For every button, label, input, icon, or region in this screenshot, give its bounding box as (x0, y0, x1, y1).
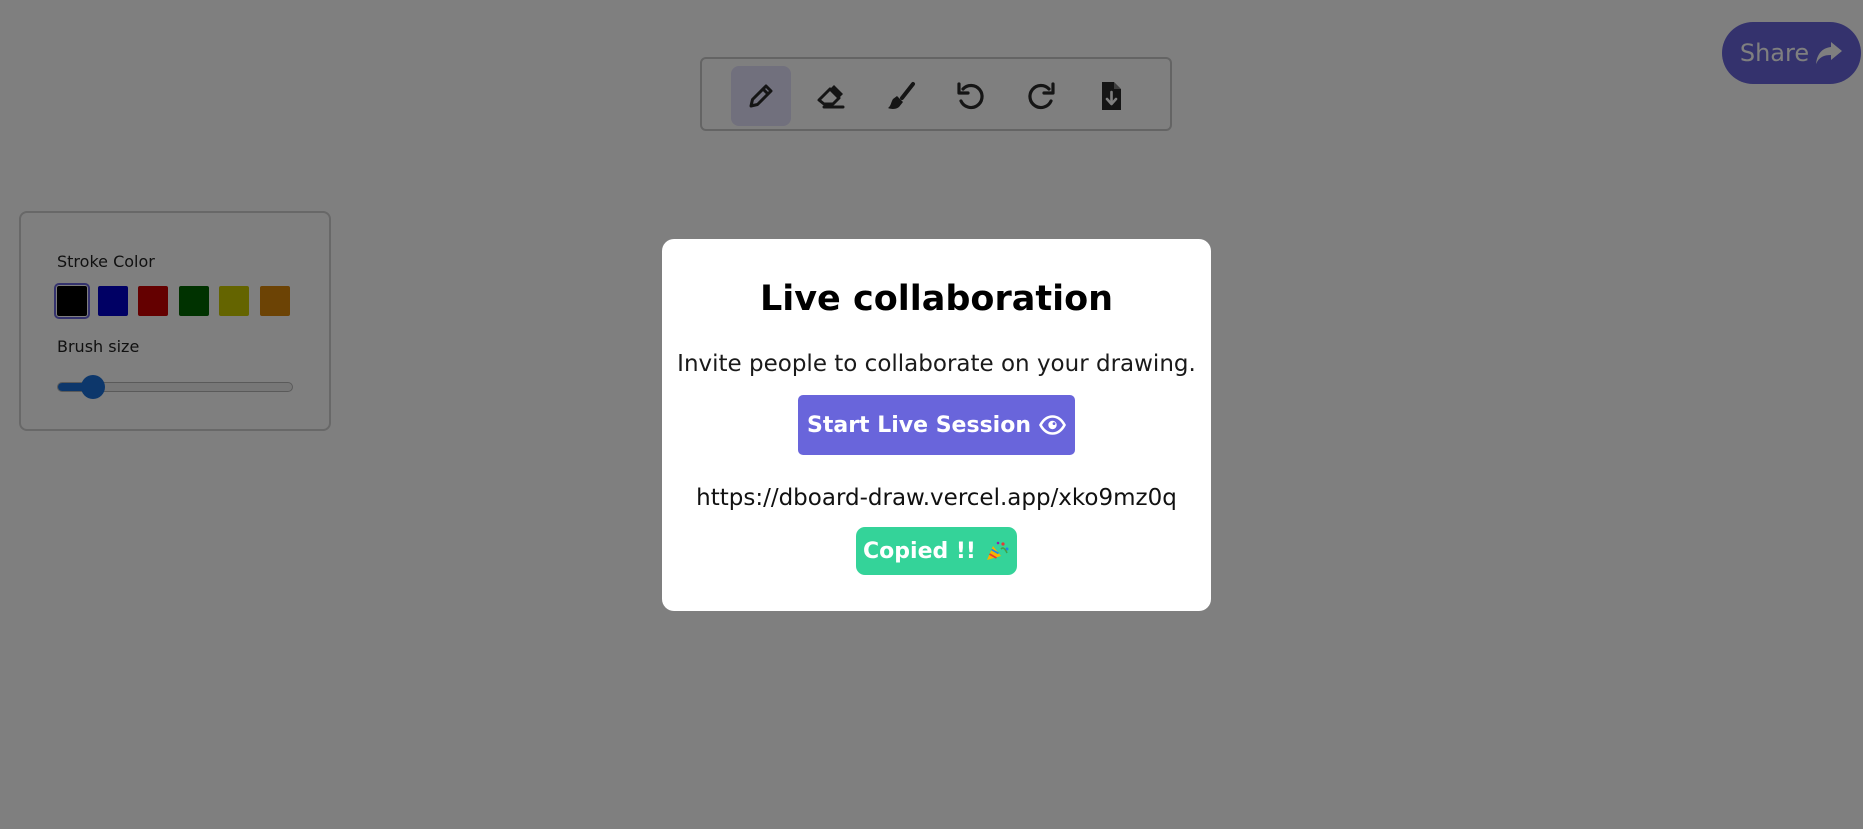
eye-icon (1039, 415, 1066, 435)
live-collaboration-dialog: Live collaboration Invite people to coll… (662, 239, 1211, 611)
start-live-session-label: Start Live Session (807, 412, 1031, 438)
dialog-description: Invite people to collaborate on your dra… (677, 351, 1196, 377)
copied-button[interactable]: Copied !! (856, 527, 1017, 575)
copied-label: Copied !! (863, 538, 976, 564)
session-link[interactable]: https://dboard-draw.vercel.app/xko9mz0q (662, 485, 1211, 511)
start-live-session-button[interactable]: Start Live Session (798, 395, 1075, 455)
party-emoji-icon (986, 541, 1009, 560)
dialog-title: Live collaboration (759, 279, 1114, 319)
